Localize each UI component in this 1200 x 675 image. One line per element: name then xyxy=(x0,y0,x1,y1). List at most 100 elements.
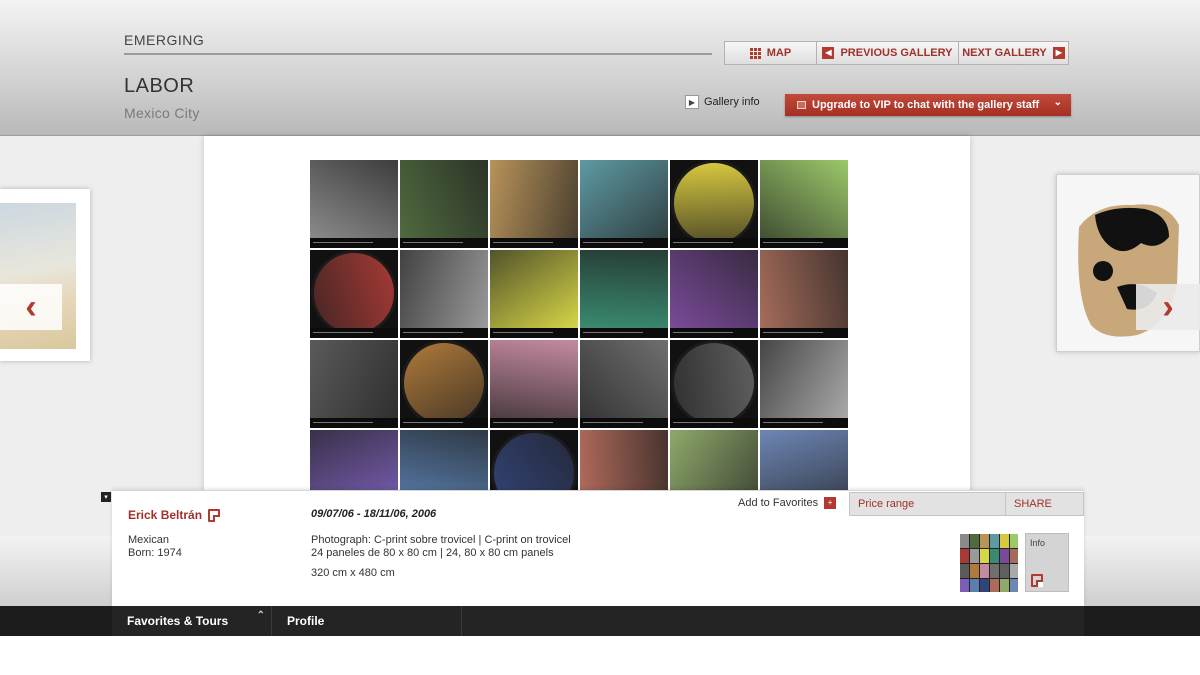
artwork-tile xyxy=(400,340,488,428)
thumbnail-cell xyxy=(980,534,989,548)
artwork-tile-image xyxy=(760,250,848,328)
artwork-tile-caption xyxy=(670,238,758,248)
artwork-tile-image xyxy=(490,250,578,328)
artwork-tile xyxy=(670,160,758,248)
thumbnail-cell xyxy=(970,579,979,592)
map-button[interactable]: MAP xyxy=(725,42,817,64)
previous-artwork-button[interactable]: ‹ xyxy=(0,284,62,330)
note-icon xyxy=(208,508,221,522)
artwork-tile-image xyxy=(311,250,397,336)
artwork-tile xyxy=(760,250,848,338)
artwork-tile-image xyxy=(580,160,668,238)
artwork-tile-image xyxy=(400,250,488,328)
gallery-nav: MAP ◀ PREVIOUS GALLERY NEXT GALLERY ▶ xyxy=(724,41,1069,65)
artwork-image[interactable] xyxy=(310,160,850,490)
profile-tab[interactable]: Profile xyxy=(272,606,462,636)
thumbnail-cell xyxy=(1000,564,1009,578)
artwork-tile-image xyxy=(760,160,848,238)
artist-born: Born: 1974 xyxy=(128,547,182,559)
previous-artwork-preview[interactable] xyxy=(0,189,90,361)
chevron-down-icon: ⌄ xyxy=(1053,97,1062,108)
artwork-tile-caption xyxy=(670,418,758,428)
section-divider xyxy=(124,53,712,55)
share-tab[interactable]: SHARE xyxy=(1006,492,1084,516)
thumbnail-cell xyxy=(960,534,969,548)
bottom-bar-spacer xyxy=(462,606,1084,636)
chevron-right-icon: ▶ xyxy=(1052,47,1065,59)
artwork-dates: 09/07/06 - 18/11/06, 2006 xyxy=(311,508,437,520)
chevron-left-icon: ◀ xyxy=(822,47,835,59)
price-range-tab[interactable]: Price range xyxy=(849,492,1006,516)
gallery-city: Mexico City xyxy=(124,105,200,121)
artist-name: Erick Beltrán xyxy=(128,508,203,522)
thumbnail-cell xyxy=(980,579,989,592)
artwork-tile xyxy=(310,250,398,338)
artwork-tile-image xyxy=(670,250,758,328)
favorites-tours-tab[interactable]: Favorites & Tours ⌃ xyxy=(112,606,272,636)
chevron-up-icon: ⌃ xyxy=(256,610,265,621)
artwork-tile xyxy=(670,430,758,490)
artwork-tile xyxy=(760,160,848,248)
artwork-thumbnail[interactable] xyxy=(960,534,1018,592)
previous-gallery-button[interactable]: ◀ PREVIOUS GALLERY xyxy=(817,42,959,64)
artwork-tile xyxy=(490,340,578,428)
next-gallery-label: NEXT GALLERY xyxy=(962,47,1047,59)
artwork-tile xyxy=(400,160,488,248)
thumbnail-cell xyxy=(960,549,969,563)
artwork-tile-image xyxy=(400,430,488,490)
artwork-tile-caption xyxy=(760,328,848,338)
chevron-right-icon: › xyxy=(1162,287,1174,326)
thumbnail-cell xyxy=(990,534,999,548)
artwork-tile-image xyxy=(400,160,488,238)
favorites-tours-label: Favorites & Tours xyxy=(127,614,229,628)
artwork-tile xyxy=(670,340,758,428)
artwork-tile-caption xyxy=(490,328,578,338)
artwork-tile-caption xyxy=(310,328,398,338)
artwork-tile xyxy=(760,340,848,428)
artwork-tile-image xyxy=(671,340,757,426)
thumbnail-cell xyxy=(990,549,999,563)
chevron-left-icon: ‹ xyxy=(25,287,37,326)
info-button[interactable]: Info xyxy=(1025,533,1069,592)
artwork-tile-caption xyxy=(310,238,398,248)
upgrade-vip-button[interactable]: Upgrade to VIP to chat with the gallery … xyxy=(785,94,1071,116)
artwork-tile-caption xyxy=(760,238,848,248)
artwork-tile xyxy=(580,340,668,428)
artwork-tile-image xyxy=(671,160,757,246)
next-artwork-button[interactable]: › xyxy=(1136,284,1200,330)
previous-gallery-label: PREVIOUS GALLERY xyxy=(840,47,953,59)
grid-icon xyxy=(749,47,761,59)
artwork-tile-caption xyxy=(400,328,488,338)
thumbnail-cell xyxy=(970,564,979,578)
artwork-tile-image xyxy=(490,160,578,238)
thumbnail-cell xyxy=(1010,534,1018,548)
upgrade-vip-label: Upgrade to VIP to chat with the gallery … xyxy=(812,99,1040,111)
artwork-tile xyxy=(400,250,488,338)
artwork-panels: 24 paneles de 80 x 80 cm | 24, 80 x 80 c… xyxy=(311,547,554,559)
gallery-info-link[interactable]: ▶ Gallery info xyxy=(685,95,760,109)
thumbnail-cell xyxy=(1010,564,1018,578)
map-button-label: MAP xyxy=(766,47,792,59)
artwork-tile xyxy=(310,160,398,248)
artwork-tile-image xyxy=(580,340,668,418)
artwork-tile-caption xyxy=(490,418,578,428)
thumbnail-cell xyxy=(1010,549,1018,563)
thumbnail-cell xyxy=(990,579,999,592)
artwork-tile-image xyxy=(760,430,848,490)
artwork-tile-image xyxy=(310,430,398,490)
add-to-favorites-button[interactable]: Add to Favorites + xyxy=(738,497,837,509)
next-gallery-button[interactable]: NEXT GALLERY ▶ xyxy=(959,42,1068,64)
artwork-medium: Photograph: C-print sobre trovicel | C-p… xyxy=(311,534,571,546)
artist-name-link[interactable]: Erick Beltrán xyxy=(128,508,221,522)
thumbnail-cell xyxy=(1000,549,1009,563)
gallery-title: LABOR xyxy=(124,75,195,97)
artwork-tile-caption xyxy=(310,418,398,428)
artwork-tile-caption xyxy=(580,418,668,428)
section-label: EMERGING xyxy=(124,32,205,48)
artwork-tile-image xyxy=(490,340,578,418)
artwork-tile-image xyxy=(580,250,668,328)
thumbnail-cell xyxy=(1000,579,1009,592)
artwork-tile-caption xyxy=(490,238,578,248)
collapse-icon[interactable]: ▾ xyxy=(101,492,111,502)
note-icon xyxy=(1031,574,1043,587)
